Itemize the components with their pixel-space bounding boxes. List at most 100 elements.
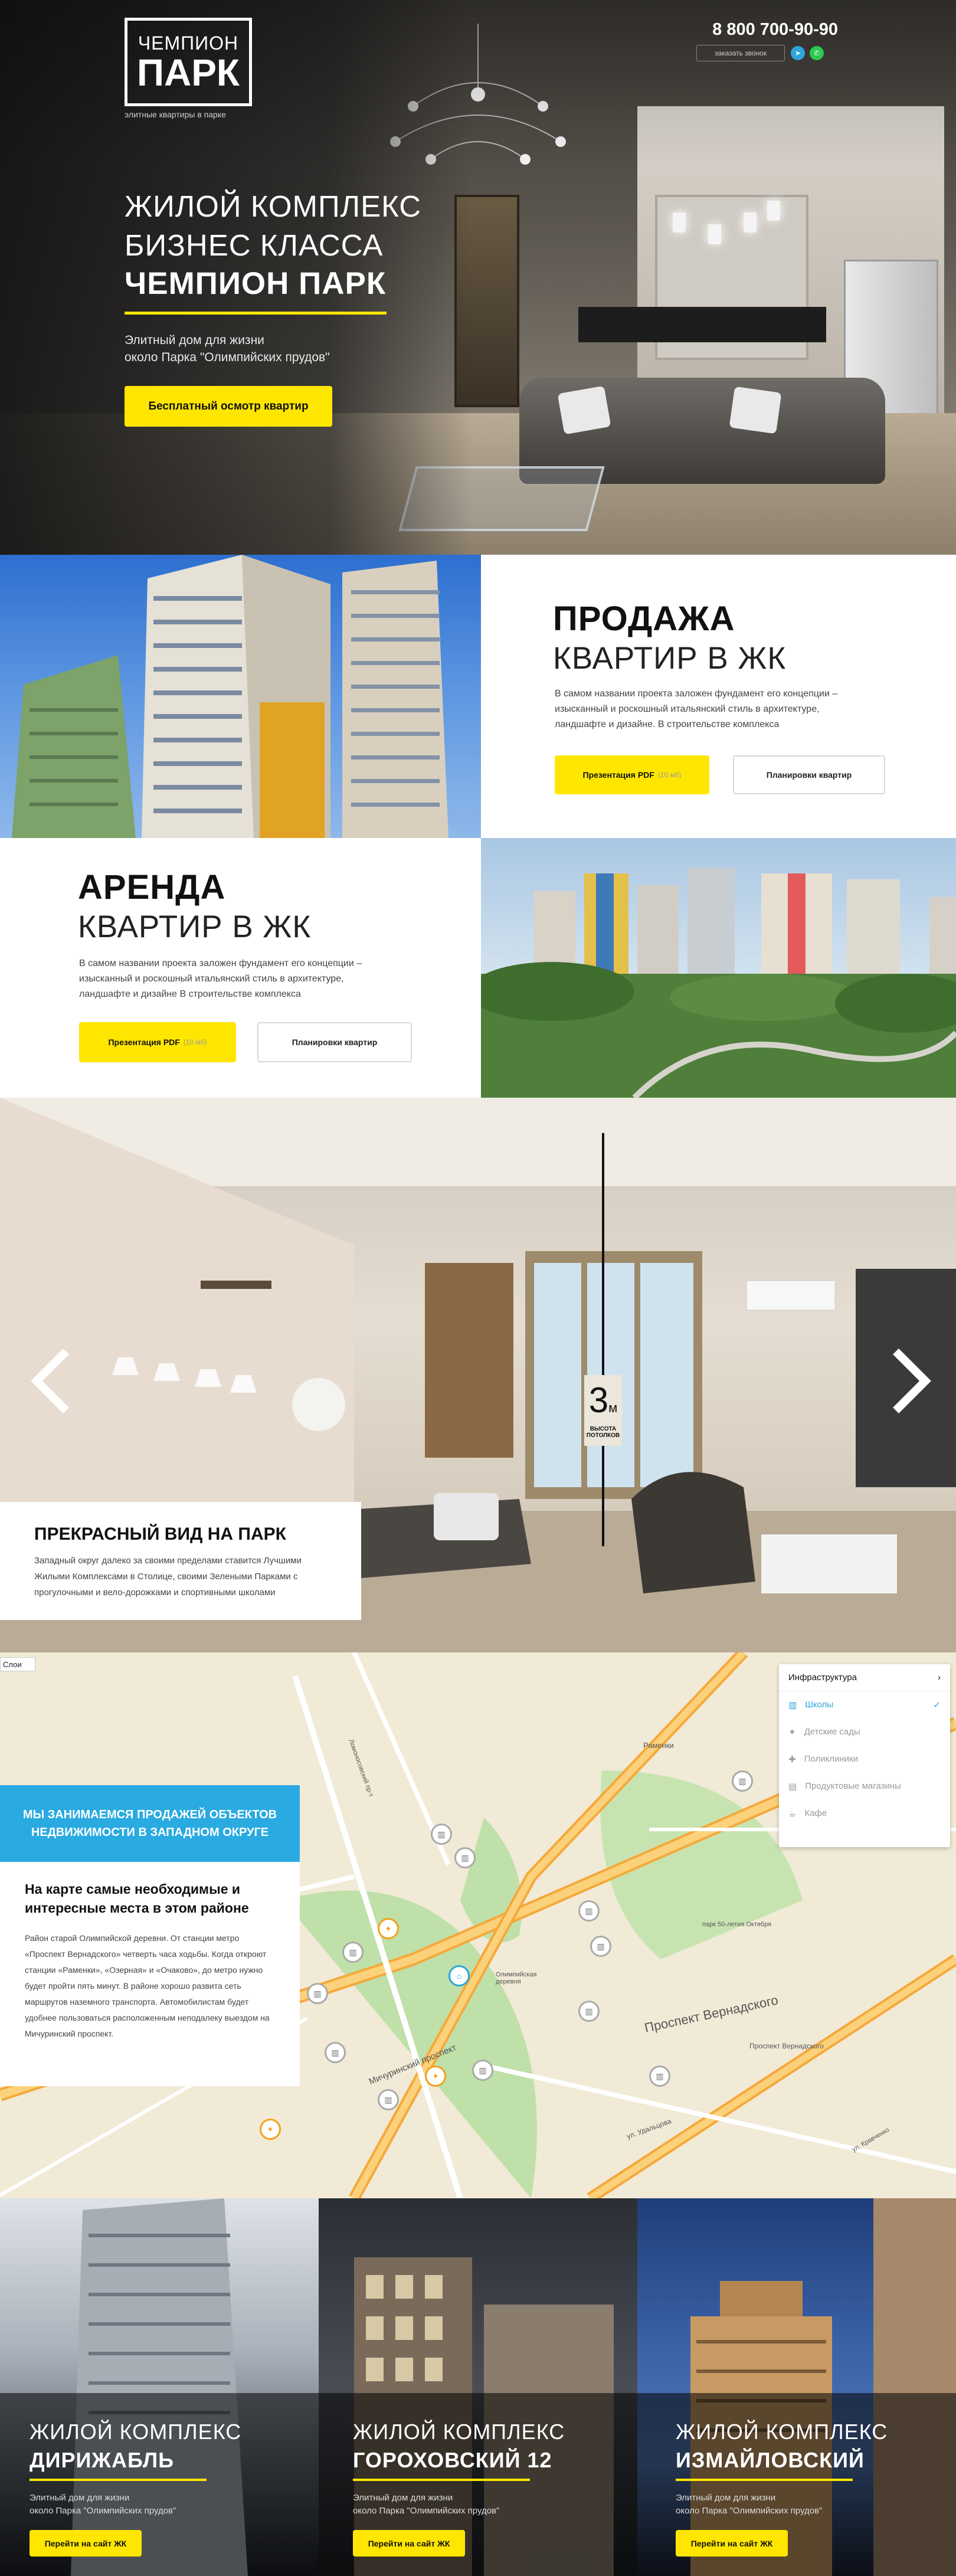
project3-text2: около Парка "Олимпийских прудов" (676, 2506, 823, 2516)
buildings-illustration (12, 555, 448, 838)
school-marker[interactable]: ▥ (307, 1983, 328, 2004)
school-icon: ▥ (788, 1700, 797, 1710)
project2-site-button[interactable]: Перейти на сайт ЖК (353, 2530, 465, 2557)
sale-building-photo (0, 555, 481, 838)
project1-site-button[interactable]: Перейти на сайт ЖК (30, 2530, 142, 2557)
pdf-label: Презентация PDF (582, 770, 654, 780)
infra-item-schools[interactable]: ▥ Школы ✓ (779, 1691, 950, 1719)
project2-title2: ГОРОХОВСКИЙ 12 (353, 2448, 552, 2472)
chevron-left-icon[interactable] (31, 1348, 72, 1413)
kindergarten-marker[interactable]: ✦ (425, 2066, 446, 2087)
tower-illustration (0, 2198, 319, 2576)
park-illustration (481, 868, 956, 1098)
infra-item-label: Поликлиники (804, 1754, 858, 1764)
hero-subtitle-line2: около Парка "Олимпийских прудов" (125, 351, 330, 364)
infra-title: Инфраструктура (788, 1672, 857, 1683)
kindergarten-marker[interactable]: ✦ (378, 1918, 399, 1939)
free-viewing-button[interactable]: Бесплатный осмотр квартир (125, 386, 332, 427)
clinic-icon: ✚ (788, 1755, 796, 1765)
hero-underline (125, 312, 387, 315)
room-caption-text: Западный округ далеко за своими пределам… (34, 1556, 302, 1598)
logo-tagline: элитные квартиры в парке (125, 110, 226, 119)
map-layer-select[interactable]: Слои (0, 1657, 35, 1671)
map-label: Раменки (643, 1741, 674, 1750)
map-info-card: На карте самые необходимые и интересные … (0, 1862, 300, 2086)
infra-item-cafes[interactable]: ☕ Кафе (779, 1800, 950, 1827)
ceiling-height-badge: 3м ВЫСОТА ПОТОЛКОВ (584, 1375, 622, 1446)
infra-item-kindergartens[interactable]: ✦ Детские сады (779, 1719, 950, 1746)
school-marker[interactable]: ▥ (472, 2060, 493, 2081)
ceiling-height-line (602, 1133, 604, 1546)
logo-line2: ПАРК (137, 51, 240, 94)
project-card (637, 2198, 956, 2576)
project1-title1: ЖИЛОЙ КОМПЛЕКС (30, 2420, 242, 2444)
school-marker[interactable]: ▥ (325, 2042, 346, 2063)
sale-text: В самом названии проекта заложен фундаме… (555, 689, 838, 729)
pdf-size: (10 мб) (657, 771, 682, 779)
building-illustration (637, 2198, 956, 2576)
phone-number[interactable]: 8 800 700-90-90 (690, 20, 838, 40)
pdf-size: (10 мб) (183, 1038, 207, 1046)
sale-plans-button[interactable]: Планировки квартир (733, 755, 885, 794)
infra-item-label: Кафе (804, 1808, 827, 1818)
project3-underline (676, 2479, 853, 2481)
infra-item-label: Школы (805, 1700, 834, 1710)
shop-icon: ▤ (788, 1782, 797, 1792)
map-label: парк 50-летия Октября (702, 1921, 772, 1928)
kindergarten-marker[interactable]: ✦ (260, 2119, 281, 2140)
project2-text1: Элитный дом для жизни (353, 2493, 453, 2503)
hero-title-line2: БИЗНЕС КЛАССА (125, 228, 384, 262)
project1-text2: около Парка "Олимпийских прудов" (30, 2506, 176, 2516)
chevron-right-icon: › (938, 1672, 941, 1683)
sale-subtitle: КВАРТИР В ЖК (553, 641, 787, 676)
school-marker[interactable]: ▥ (378, 2089, 399, 2110)
logo[interactable]: ЧЕМПИОН ПАРК (125, 18, 252, 106)
sale-pdf-button[interactable]: Презентация PDF (10 мб) (555, 755, 709, 794)
school-marker[interactable]: ▥ (454, 1847, 476, 1868)
rent-pdf-button[interactable]: Презентация PDF (10 мб) (79, 1022, 236, 1062)
project3-site-button[interactable]: Перейти на сайт ЖК (676, 2530, 788, 2557)
school-marker[interactable]: ▥ (732, 1770, 753, 1792)
infra-item-clinics[interactable]: ✚ Поликлиники (779, 1746, 950, 1773)
infrastructure-panel[interactable]: Инфраструктура › ▥ Школы ✓ ✦ Детские сады ✚… (779, 1664, 950, 1847)
school-marker[interactable]: ▥ (342, 1942, 364, 1963)
school-marker[interactable]: ▥ (578, 2001, 600, 2022)
cafe-icon: ☕ (788, 1809, 797, 1819)
ceiling-label2: ПОТОЛКОВ (586, 1432, 620, 1439)
infra-header[interactable]: Инфраструктура › (779, 1664, 950, 1691)
school-marker[interactable]: ▥ (649, 2066, 670, 2087)
project1-underline (30, 2479, 207, 2481)
logo-line1: ЧЕМПИОН (137, 32, 239, 54)
school-marker[interactable]: ▥ (431, 1824, 452, 1845)
callback-button[interactable]: заказать звонок (696, 45, 785, 61)
whatsapp-icon[interactable]: ✆ (810, 46, 824, 60)
rent-plans-button[interactable]: Планировки квартир (257, 1022, 412, 1062)
telegram-icon[interactable]: ➤ (791, 46, 805, 60)
kindergarten-icon: ✦ (788, 1727, 796, 1737)
project1-text1: Элитный дом для жизни (30, 2493, 130, 2503)
project2-underline (353, 2479, 530, 2481)
ceiling-label1: ВЫСОТА (590, 1425, 617, 1432)
infra-item-shops[interactable]: ▤ Продуктовые магазины (779, 1773, 950, 1800)
ceiling-height-value: 3м (588, 1380, 618, 1420)
chevron-right-icon[interactable] (890, 1348, 931, 1413)
building-illustration (319, 2257, 637, 2576)
project1-title2: ДИРИЖАБЛЬ (30, 2448, 175, 2472)
object-marker[interactable]: ⌂ (448, 1965, 470, 1986)
rent-text: В самом названии проекта заложен фундаме… (79, 958, 362, 999)
project2-title1: ЖИЛОЙ КОМПЛЕКС (353, 2420, 565, 2444)
project3-title2: ИЗМАЙЛОВСКИЙ (676, 2448, 865, 2472)
map-label: Олимпийская деревня (496, 1971, 537, 1985)
hero-subtitle-line1: Элитный дом для жизни (125, 333, 264, 347)
map-label: Проспект Вернадского (749, 2042, 824, 2050)
school-marker[interactable]: ▥ (590, 1936, 611, 1957)
rent-park-photo (481, 838, 956, 1098)
hero-title-line1: ЖИЛОЙ КОМПЛЕКС (125, 189, 422, 223)
map-card-text: Район старой Олимпийской деревни. От ста… (25, 1933, 270, 2038)
project2-text2: около Парка "Олимпийских прудов" (353, 2506, 500, 2516)
project3-title1: ЖИЛОЙ КОМПЛЕКС (676, 2420, 888, 2444)
project-card (319, 2198, 637, 2576)
rent-subtitle: КВАРТИР В ЖК (78, 909, 312, 944)
school-marker[interactable]: ▥ (578, 1900, 600, 1922)
map-banner: МЫ ЗАНИМАЕМСЯ ПРОДАЖЕЙ ОБЪЕКТОВ НЕДВИЖИМ… (0, 1785, 300, 1862)
